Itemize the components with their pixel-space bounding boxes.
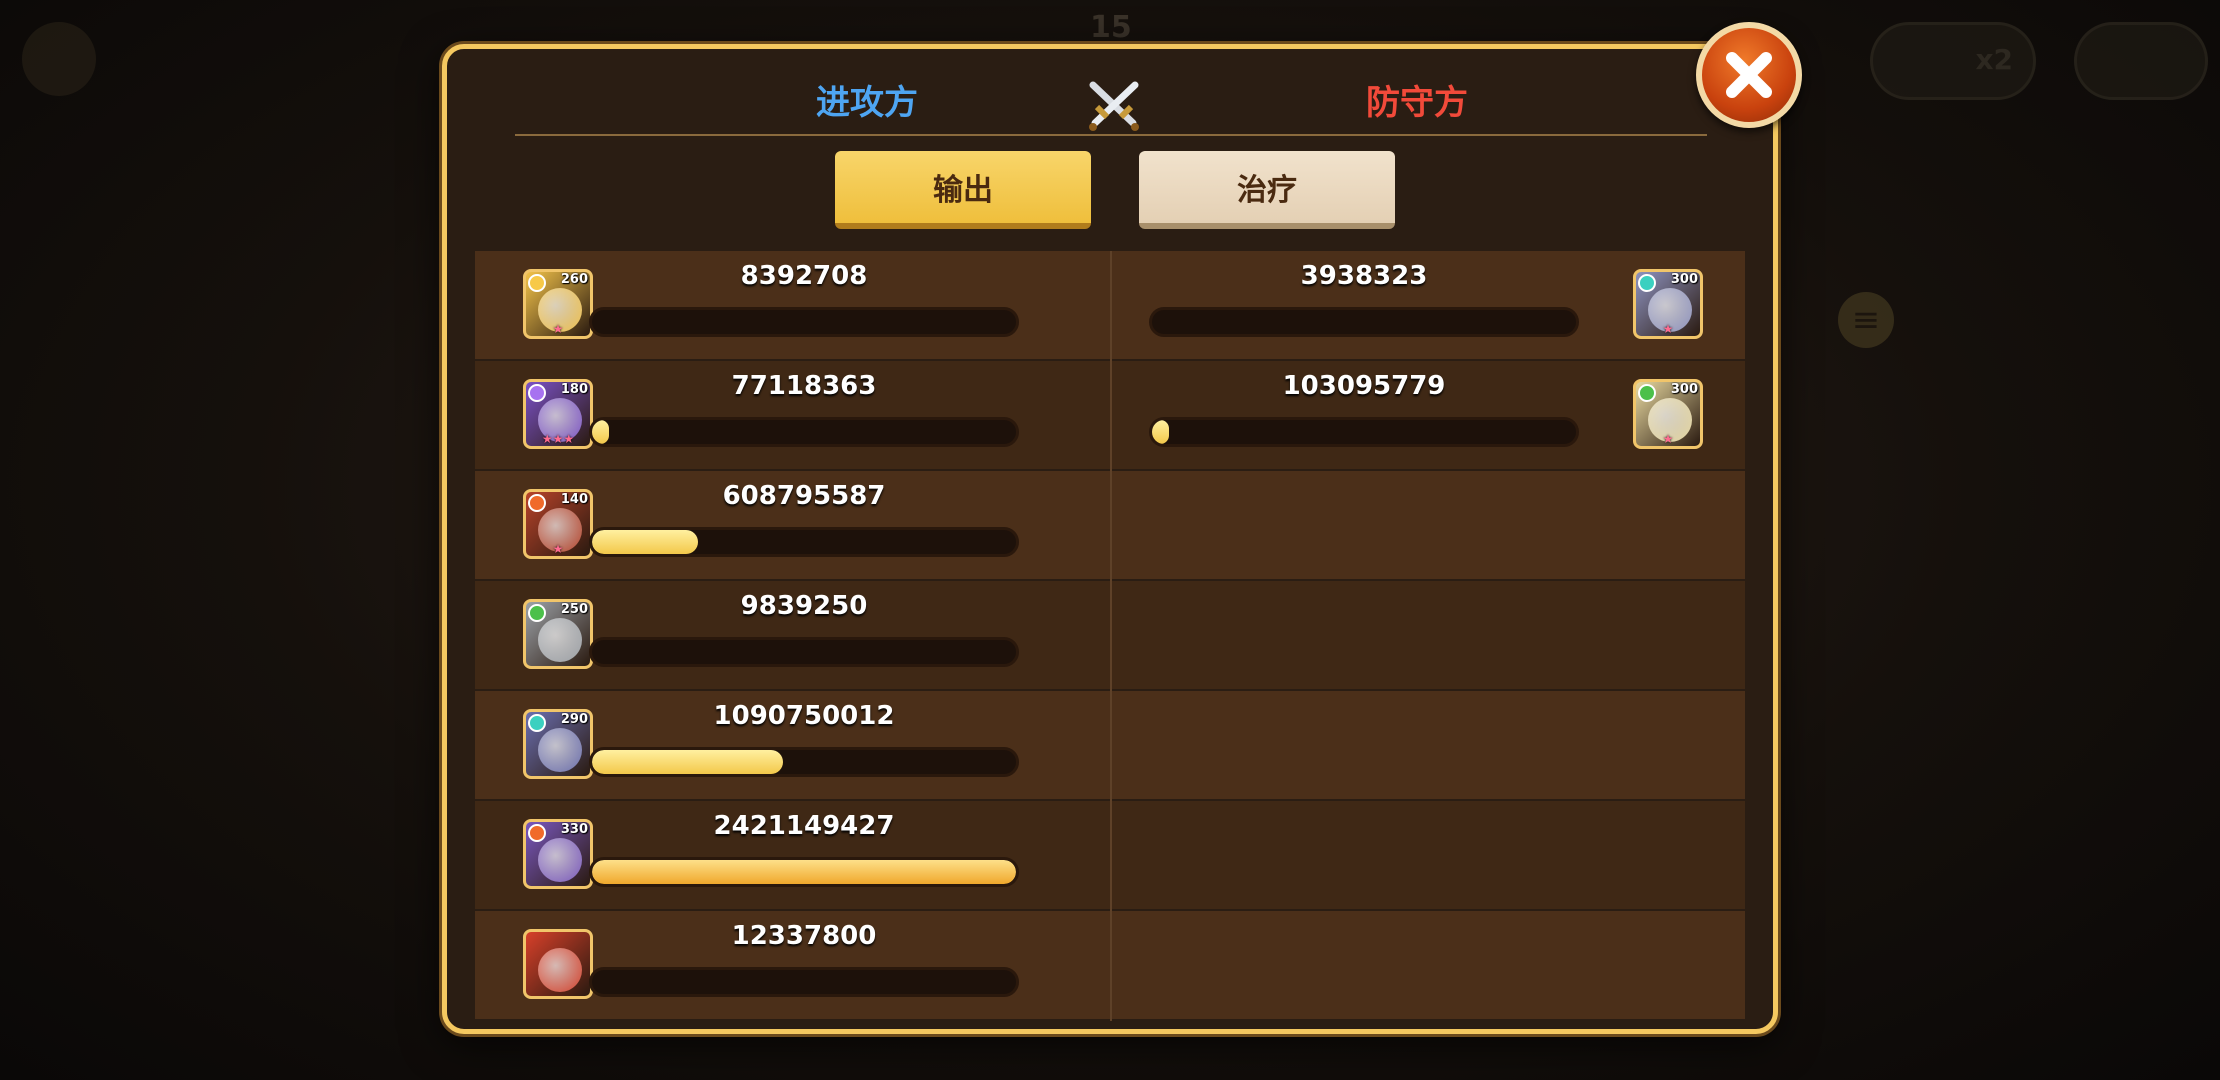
hero-avatar[interactable]: 140 ★ — [523, 489, 593, 559]
center-divider — [1110, 251, 1112, 1021]
battle-stats-dialog: 进攻方 防守方 输出 治疗 260 ★ 8392708 180 ★★★ 77118363 1… — [442, 44, 1778, 1034]
crossed-swords-icon — [1089, 81, 1139, 131]
element-icon — [528, 274, 546, 292]
element-icon — [528, 604, 546, 622]
hero-level: 330 — [560, 822, 588, 837]
menu-round-button — [22, 22, 96, 96]
element-icon — [528, 824, 546, 842]
skip-button — [2074, 22, 2208, 100]
attacker-title: 进攻方 — [816, 83, 918, 123]
hero-stars: ★ — [1662, 322, 1674, 336]
defender-title: 防守方 — [1366, 83, 1468, 123]
element-icon — [1638, 384, 1656, 402]
damage-bar — [589, 637, 1019, 667]
damage-bar-fill — [1152, 420, 1169, 444]
damage-value: 608795587 — [722, 481, 886, 511]
damage-bar — [589, 527, 1019, 557]
hero-portrait — [538, 838, 582, 882]
header-divider — [515, 134, 1707, 136]
hero-level: 300 — [1670, 382, 1698, 397]
hero-level: 250 — [560, 602, 588, 617]
damage-value: 77118363 — [731, 371, 877, 401]
damage-bar — [589, 307, 1019, 337]
damage-value: 9839250 — [740, 591, 868, 621]
hero-stars: ★★★ — [541, 432, 575, 446]
damage-value: 12337800 — [731, 921, 877, 951]
speed-button: x2 — [1870, 22, 2036, 100]
speed-label: x2 — [1975, 43, 2013, 76]
hero-portrait — [538, 948, 582, 992]
damage-value: 1090750012 — [713, 701, 895, 731]
element-icon — [1638, 274, 1656, 292]
damage-bar-fill — [592, 860, 1016, 884]
damage-bar — [589, 747, 1019, 777]
tab-heal[interactable]: 治疗 — [1139, 151, 1395, 229]
damage-bar — [1149, 307, 1579, 337]
element-icon — [528, 384, 546, 402]
hero-level: 180 — [560, 382, 588, 397]
hero-level: 290 — [560, 712, 588, 727]
hero-stars: ★ — [552, 542, 564, 556]
dialog-header: 进攻方 防守方 — [447, 63, 1773, 131]
list-icon: ≡ — [1838, 292, 1894, 348]
damage-bar-fill — [592, 420, 609, 444]
hero-level: 260 — [560, 272, 588, 287]
hero-portrait — [538, 728, 582, 772]
hero-stars: ★ — [1662, 432, 1674, 446]
hero-avatar[interactable]: 300 ★ — [1633, 269, 1703, 339]
tab-output[interactable]: 输出 — [835, 151, 1091, 229]
hero-avatar[interactable]: 300 ★ — [1633, 379, 1703, 449]
hero-avatar[interactable]: 260 ★ — [523, 269, 593, 339]
damage-bar — [589, 417, 1019, 447]
hero-avatar[interactable]: 180 ★★★ — [523, 379, 593, 449]
damage-bar — [1149, 417, 1579, 447]
damage-value: 8392708 — [740, 261, 868, 291]
element-icon — [528, 714, 546, 732]
hero-level: 140 — [560, 492, 588, 507]
hero-avatar[interactable]: 330 — [523, 819, 593, 889]
hero-avatar[interactable]: 250 — [523, 599, 593, 669]
hero-level: 300 — [1670, 272, 1698, 287]
hero-avatar[interactable] — [523, 929, 593, 999]
stats-list[interactable]: 260 ★ 8392708 180 ★★★ 77118363 140 ★ 608795587 25… — [475, 251, 1745, 1021]
damage-bar — [589, 857, 1019, 887]
damage-value: 103095779 — [1282, 371, 1446, 401]
element-icon — [528, 494, 546, 512]
close-icon — [1726, 52, 1772, 98]
damage-value: 3938323 — [1300, 261, 1428, 291]
hero-portrait — [538, 618, 582, 662]
damage-bar-fill — [592, 530, 698, 554]
close-button[interactable] — [1696, 22, 1802, 128]
hero-avatar[interactable]: 290 — [523, 709, 593, 779]
hero-stars: ★ — [552, 322, 564, 336]
round-number: 15 — [1090, 10, 1132, 45]
damage-bar-fill — [592, 750, 783, 774]
damage-value: 2421149427 — [713, 811, 895, 841]
damage-bar — [589, 967, 1019, 997]
